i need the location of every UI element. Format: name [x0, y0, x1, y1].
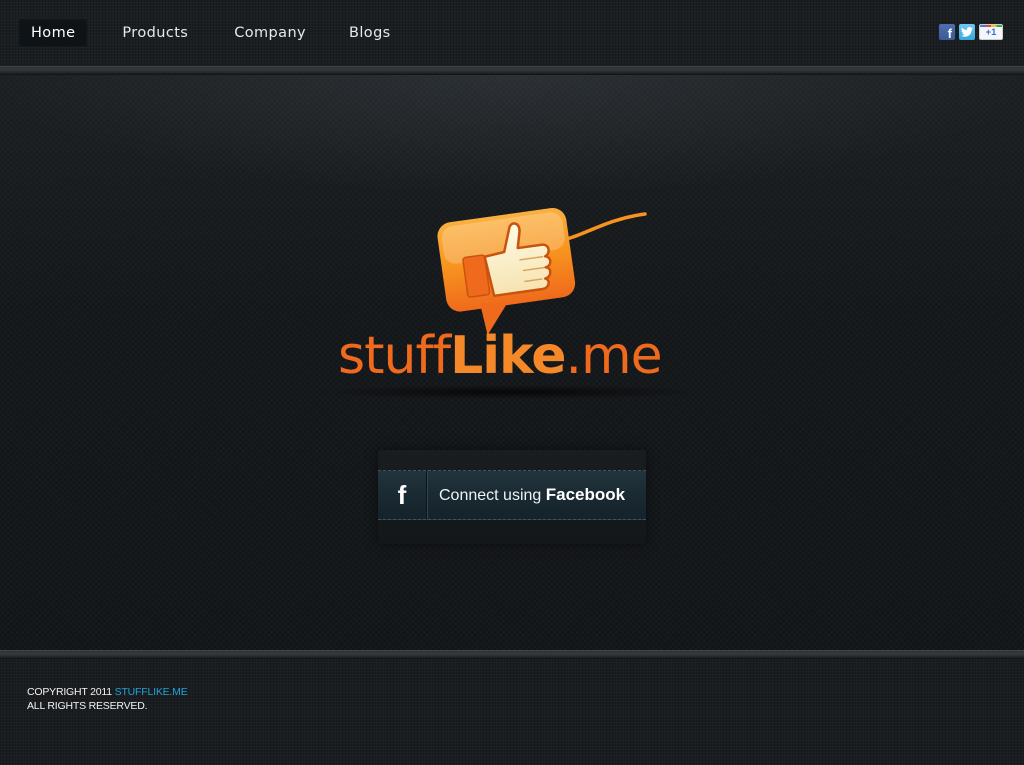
main-content: stuffLike.me f Connect using Facebook [0, 75, 1024, 650]
header-divider [0, 66, 1024, 75]
nav-item-products[interactable]: Products [122, 19, 188, 47]
connect-label-brand: Facebook [545, 485, 626, 504]
twitter-icon[interactable] [959, 24, 975, 40]
connect-facebook-label: Connect using Facebook [439, 485, 625, 505]
thumbs-up-bubble-icon [437, 207, 647, 336]
social-links: f +1 [939, 24, 1003, 40]
footer-copyright: COPYRIGHT 2011 STUFFLIKE.ME ALL RIGHTS R… [27, 685, 188, 713]
logo-part-me: .me [565, 326, 662, 386]
footer: COPYRIGHT 2011 STUFFLIKE.ME ALL RIGHTS R… [0, 659, 1024, 765]
copyright-text: COPYRIGHT 2011 [27, 686, 115, 698]
header: Home Products Company Blogs f +1 [0, 0, 1024, 66]
main-nav: Home Products Company Blogs [19, 19, 391, 47]
logo-wordmark: stuffLike.me [338, 326, 663, 386]
nav-item-home[interactable]: Home [19, 19, 88, 47]
facebook-icon[interactable]: f [939, 24, 955, 40]
connect-panel: f Connect using Facebook [378, 450, 646, 544]
rights-text: ALL RIGHTS RESERVED. [27, 700, 148, 712]
twitter-bird-icon [961, 27, 973, 37]
page: Home Products Company Blogs f +1 stuffLi… [0, 0, 1024, 765]
connect-label-prefix: Connect using [439, 487, 546, 504]
site-link[interactable]: STUFFLIKE.ME [115, 686, 188, 698]
connect-facebook-button[interactable]: f Connect using Facebook [378, 470, 646, 520]
logo-part-like: Like [450, 326, 566, 386]
nav-item-blogs[interactable]: Blogs [349, 19, 391, 47]
google-plus-one-icon[interactable]: +1 [979, 24, 1003, 40]
nav-item-company[interactable]: Company [234, 19, 306, 47]
footer-divider [0, 650, 1024, 659]
logo-part-stuff: stuff [338, 326, 451, 386]
stufflike-logo: stuffLike.me [300, 200, 720, 400]
facebook-icon: f [378, 471, 427, 519]
logo-shadow [310, 385, 710, 399]
